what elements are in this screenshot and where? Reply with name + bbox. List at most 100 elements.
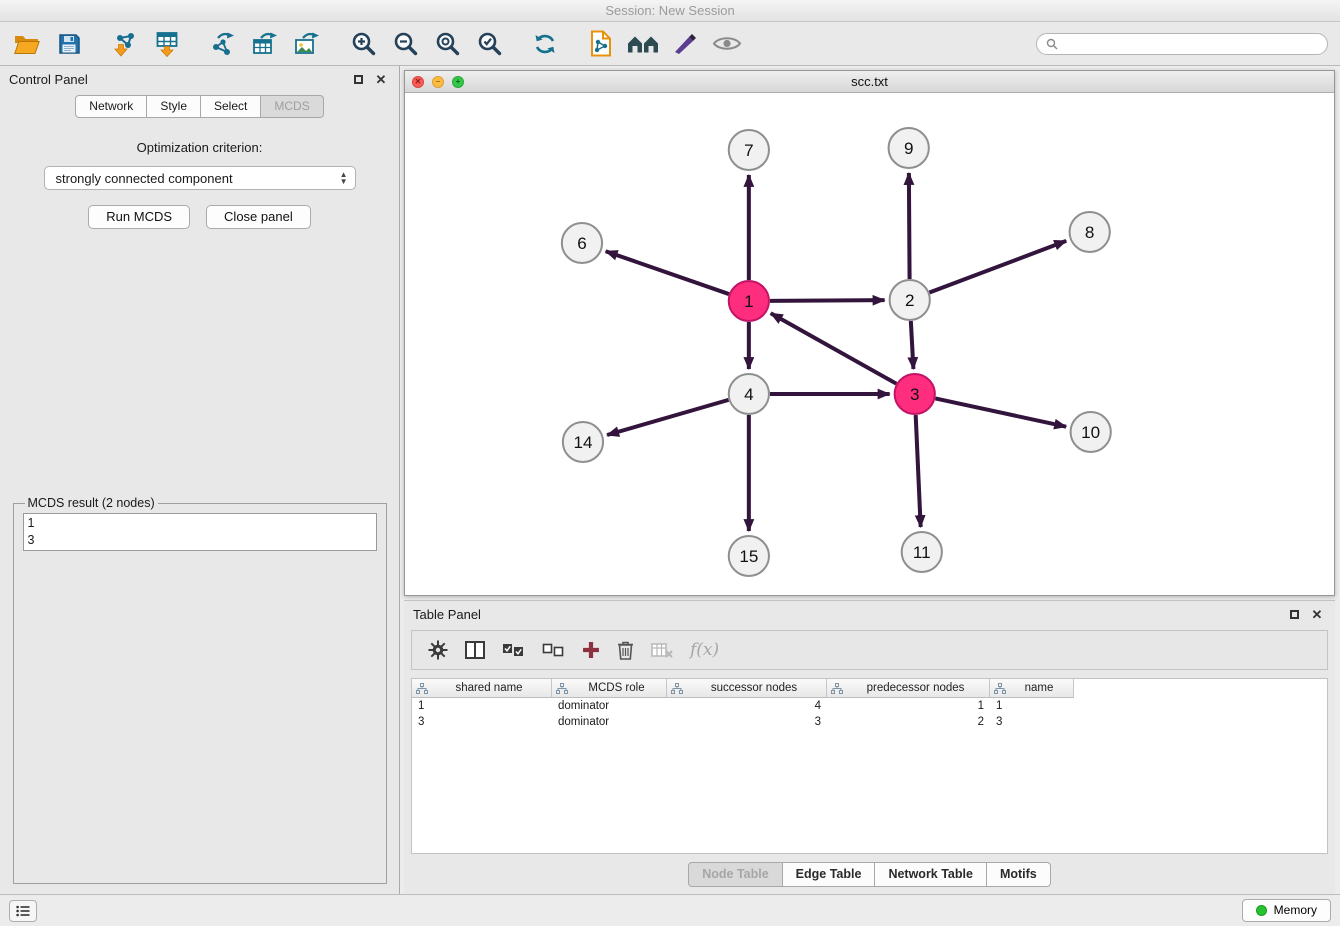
float-panel-button[interactable]	[349, 72, 367, 88]
tab-edge-table[interactable]: Edge Table	[783, 862, 876, 887]
delete-table-button[interactable]	[651, 635, 673, 665]
graph-node-1[interactable]: 1	[729, 281, 769, 321]
table-cell[interactable]: 2	[827, 716, 990, 728]
toolbar-group-import	[110, 28, 182, 60]
graph-node-7[interactable]: 7	[729, 130, 769, 170]
column-label: predecessor nodes	[846, 682, 985, 694]
graph-edge-3-11[interactable]	[916, 415, 921, 527]
close-window-icon[interactable]: ✕	[412, 76, 424, 88]
show-hide-button[interactable]	[712, 28, 742, 60]
zoom-selected-button[interactable]	[474, 28, 504, 60]
graph-edge-3-10[interactable]	[935, 398, 1066, 426]
graph-edge-2-8[interactable]	[929, 241, 1066, 293]
table-cell[interactable]: dominator	[552, 716, 667, 728]
network-overview-button[interactable]	[586, 28, 616, 60]
import-network-button[interactable]	[110, 28, 140, 60]
sort-tree-icon	[831, 683, 843, 694]
graph-node-9[interactable]: 9	[889, 128, 929, 168]
mcds-result-group: MCDS result (2 nodes) 13	[13, 496, 387, 884]
memory-button[interactable]: Memory	[1242, 899, 1331, 922]
graph-edge-4-14[interactable]	[607, 400, 728, 435]
import-network-icon	[112, 31, 138, 57]
column-header-shared-name[interactable]: shared name	[412, 679, 552, 698]
network-canvas[interactable]: 7 9 6 8 1 2 4 3 14 10 15 11	[405, 93, 1334, 595]
graph-edge-2-9[interactable]	[909, 173, 910, 279]
mcds-result-item[interactable]: 3	[28, 532, 372, 549]
table-row[interactable]: 3dominator323	[412, 714, 1327, 730]
first-neighbors-button[interactable]	[628, 28, 658, 60]
graph-node-3[interactable]: 3	[895, 374, 935, 414]
show-columns-button[interactable]	[465, 635, 485, 665]
graph-node-8[interactable]: 8	[1070, 212, 1110, 252]
tab-select[interactable]: Select	[201, 95, 261, 118]
mcds-result-list[interactable]: 13	[23, 513, 377, 551]
graph-node-2[interactable]: 2	[890, 280, 930, 320]
style-annotation-button[interactable]	[670, 28, 700, 60]
tab-node-table[interactable]: Node Table	[688, 862, 782, 887]
column-header-predecessor-nodes[interactable]: predecessor nodes	[827, 679, 990, 698]
close-panel-button[interactable]: Close panel	[206, 205, 311, 229]
graph-node-15[interactable]: 15	[729, 536, 769, 576]
table-row[interactable]: 1dominator411	[412, 698, 1327, 714]
save-session-button[interactable]	[54, 28, 84, 60]
tab-motifs[interactable]: Motifs	[987, 862, 1051, 887]
zoom-in-button[interactable]	[348, 28, 378, 60]
import-table-button[interactable]	[152, 28, 182, 60]
tab-mcds[interactable]: MCDS	[261, 95, 323, 118]
graph-node-14[interactable]: 14	[563, 422, 603, 462]
table-cell[interactable]: dominator	[552, 700, 667, 712]
network-graph[interactable]: 7 9 6 8 1 2 4 3 14 10 15 11	[405, 93, 1334, 595]
search-input[interactable]	[1064, 37, 1318, 51]
export-table-button[interactable]	[250, 28, 280, 60]
zoom-out-button[interactable]	[390, 28, 420, 60]
export-image-button[interactable]	[292, 28, 322, 60]
tab-network-table[interactable]: Network Table	[875, 862, 987, 887]
graph-edge-2-3[interactable]	[911, 321, 914, 369]
close-table-panel-button[interactable]: ✕	[1308, 607, 1326, 623]
criterion-dropdown[interactable]: strongly connected component ▲▼	[44, 166, 356, 190]
close-panel-icon-button[interactable]: ✕	[372, 72, 390, 88]
export-network-button[interactable]	[208, 28, 238, 60]
open-session-button[interactable]	[12, 28, 42, 60]
table-cell[interactable]: 1	[827, 700, 990, 712]
apply-layout-button[interactable]	[530, 28, 560, 60]
minimize-window-icon[interactable]: −	[432, 76, 444, 88]
table-cell[interactable]: 3	[667, 716, 827, 728]
graph-edge-1-2[interactable]	[770, 300, 885, 301]
close-icon: ✕	[1312, 607, 1323, 623]
column-header-name[interactable]: name	[990, 679, 1074, 698]
task-history-button[interactable]	[9, 900, 37, 922]
table-cell[interactable]: 4	[667, 700, 827, 712]
search-box[interactable]	[1036, 33, 1328, 55]
column-header-MCDS-role[interactable]: MCDS role	[552, 679, 667, 698]
float-table-panel-button[interactable]	[1285, 607, 1303, 623]
table-cell[interactable]: 3	[412, 716, 552, 728]
sort-tree-icon	[994, 683, 1006, 694]
maximize-window-icon[interactable]: +	[452, 76, 464, 88]
column-header-successor-nodes[interactable]: successor nodes	[667, 679, 827, 698]
graph-node-10[interactable]: 10	[1071, 412, 1111, 452]
table-cell[interactable]: 1	[990, 700, 1074, 712]
table-settings-button[interactable]	[428, 635, 448, 665]
network-file-icon	[589, 30, 613, 57]
graph-edge-3-1[interactable]	[771, 313, 897, 383]
unselect-all-button[interactable]	[542, 635, 565, 665]
graph-node-11[interactable]: 11	[902, 532, 942, 572]
graph-edge-1-6[interactable]	[606, 251, 729, 294]
tab-network[interactable]: Network	[75, 95, 147, 118]
table-cell[interactable]: 3	[990, 716, 1074, 728]
tab-style[interactable]: Style	[147, 95, 201, 118]
graph-node-6[interactable]: 6	[562, 223, 602, 263]
graph-node-4[interactable]: 4	[729, 374, 769, 414]
run-mcds-button[interactable]: Run MCDS	[88, 205, 190, 229]
mcds-buttons-row: Run MCDS Close panel	[88, 205, 310, 229]
select-all-button[interactable]	[502, 635, 525, 665]
delete-column-button[interactable]	[617, 635, 634, 665]
zoom-fit-button[interactable]	[432, 28, 462, 60]
mcds-result-item[interactable]: 1	[28, 515, 372, 532]
export-table-icon	[252, 32, 278, 56]
table-cell[interactable]: 1	[412, 700, 552, 712]
function-builder-button[interactable]: f(x)	[690, 635, 719, 665]
add-column-button[interactable]	[582, 635, 600, 665]
table-tabs: Node TableEdge TableNetwork TableMotifs	[404, 859, 1335, 889]
